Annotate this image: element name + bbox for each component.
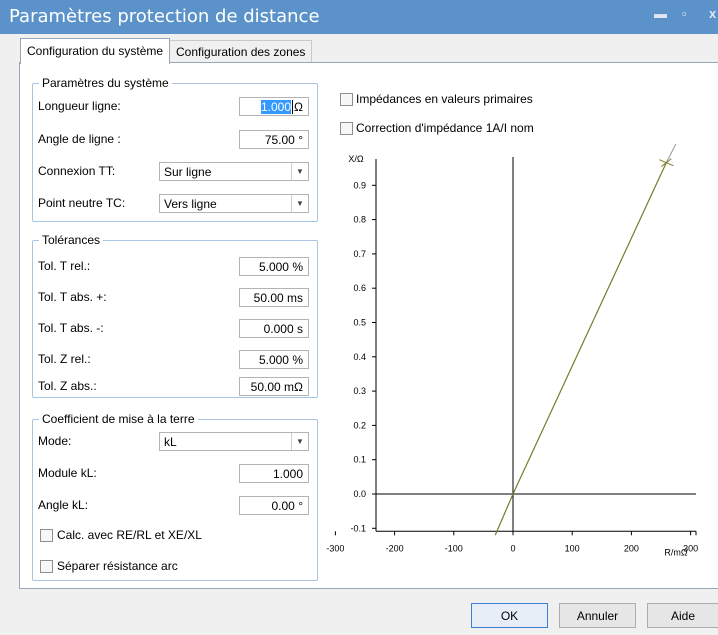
y-tick-label: 0.6 [353,283,366,293]
line-length-value: 1.000 [260,100,292,114]
earthing-legend: Coefficient de mise à la terre [39,412,198,426]
module-kl-field[interactable]: 1.000 [239,464,309,483]
maximize-icon[interactable]: ▫ [682,6,687,21]
tt-connection-label: Connexion TT: [38,164,116,178]
mode-value: kL [164,435,177,449]
x-tick-label: 200 [624,543,639,553]
y-tick-label: 0.1 [353,455,366,465]
y-tick-label: 0.7 [353,249,366,259]
line-angle-label: Angle de ligne : [38,132,121,146]
y-tick-label: 0.3 [353,386,366,396]
chevron-down-icon[interactable]: ▼ [291,195,308,212]
y-tick-label: 0.4 [353,352,366,362]
primary-values-checkbox[interactable] [340,93,353,106]
y-tick-label: 0.9 [353,180,366,190]
end-marker [661,158,672,168]
tol-t-rel-field[interactable]: 5.000 % [239,257,309,276]
tolerances-group: Tolérances Tol. T rel.: 5.000 % Tol. T a… [32,233,318,398]
y-axis-label: X/Ω [348,154,364,164]
system-params-group: Paramètres du système Longueur ligne: 1.… [32,76,318,222]
title-bar: Paramètres protection de distance ▬ ▫ x [0,0,718,34]
separate-arc-checkbox[interactable] [40,560,53,573]
tc-neutral-select[interactable]: Vers ligne ▼ [159,194,309,213]
chevron-down-icon[interactable]: ▼ [291,163,308,180]
x-tick-label: 0 [510,543,515,553]
y-tick-label: 0.8 [353,215,366,225]
y-tick-label: 0.5 [353,318,366,328]
tc-neutral-value: Vers ligne [164,197,217,211]
window-title: Paramètres protection de distance [9,6,320,27]
tt-connection-select[interactable]: Sur ligne ▼ [159,162,309,181]
angle-kl-label: Angle kL: [38,498,89,512]
angle-kl-field[interactable]: 0.00 ° [239,496,309,515]
y-tick-label: -0.1 [350,523,366,533]
calc-re-rl-checkbox[interactable] [40,529,53,542]
tol-z-rel-field[interactable]: 5.000 % [239,350,309,369]
close-icon[interactable]: x [709,6,716,21]
system-params-legend: Paramètres du système [39,76,172,90]
separate-arc-label: Séparer résistance arc [57,559,178,573]
impedance-correction-label: Correction d'impédance 1A/I nom [356,121,534,135]
y-tick-label: 0.2 [353,420,366,430]
mode-select[interactable]: kL ▼ [159,432,309,451]
mode-label: Mode: [38,434,72,448]
line-length-label: Longueur ligne: [38,99,121,113]
chevron-down-icon[interactable]: ▼ [291,433,308,450]
minimize-icon[interactable]: ▬ [654,6,667,21]
line-length-unit: Ω [292,100,303,114]
tol-t-abs-plus-label: Tol. T abs. +: [38,290,107,304]
y-tick-label: 0.0 [353,489,366,499]
tol-z-abs-field[interactable]: 50.00 mΩ [239,377,309,396]
x-tick-label: -200 [386,543,404,553]
impedance-line [494,162,667,536]
tol-t-abs-minus-label: Tol. T abs. -: [38,321,104,335]
x-tick-label: 100 [565,543,580,553]
tt-connection-value: Sur ligne [164,165,212,179]
tab-system-config[interactable]: Configuration du système [20,38,171,64]
earthing-group: Coefficient de mise à la terre Mode: kL … [32,412,318,581]
help-button[interactable]: Aide [647,603,718,628]
line-length-field[interactable]: 1.000 Ω [239,97,309,116]
tol-z-rel-label: Tol. Z rel.: [38,352,91,366]
x-axis-label: R/mΩ [664,547,687,557]
tol-t-rel-label: Tol. T rel.: [38,259,91,273]
calc-re-rl-label: Calc. avec RE/RL et XE/XL [57,528,202,542]
primary-values-label: Impédances en valeurs primaires [356,92,533,106]
tol-t-abs-minus-field[interactable]: 0.000 s [239,319,309,338]
impedance-chart: -0.10.00.10.20.30.40.50.60.70.80.9-400-3… [326,143,698,557]
tab-zones-config[interactable]: Configuration des zones [169,40,313,63]
ok-button[interactable]: OK [471,603,548,628]
tolerances-legend: Tolérances [39,233,104,247]
impedance-correction-checkbox[interactable] [340,122,353,135]
x-tick-label: -100 [445,543,463,553]
tol-z-abs-label: Tol. Z abs.: [38,379,97,393]
cancel-button[interactable]: Annuler [559,603,636,628]
tol-t-abs-plus-field[interactable]: 50.00 ms [239,288,309,307]
x-tick-label: -300 [326,543,344,553]
line-angle-field[interactable]: 75.00 ° [239,130,309,149]
impedance-line-extension [665,143,677,163]
tc-neutral-label: Point neutre TC: [38,196,126,210]
module-kl-label: Module kL: [38,466,97,480]
